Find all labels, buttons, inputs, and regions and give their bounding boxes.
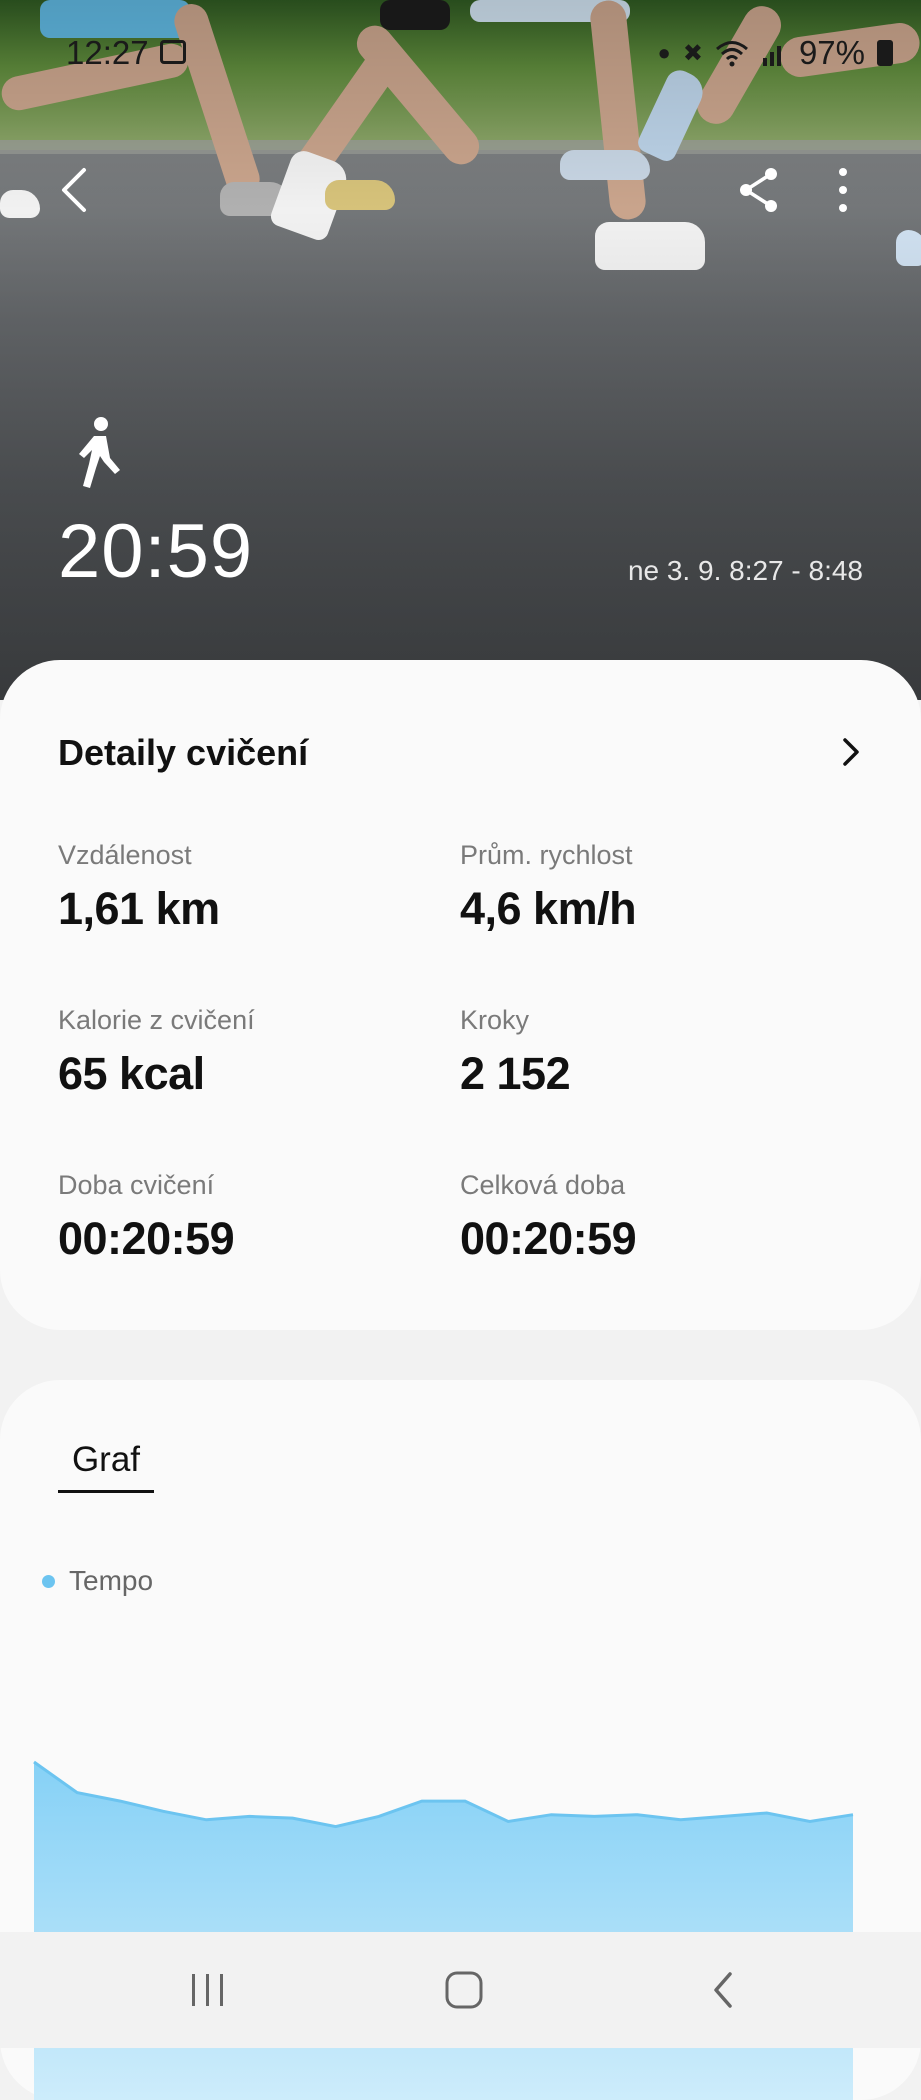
- metric-value: 4,6 km/h: [460, 883, 637, 934]
- battery-percent: 97%: [798, 34, 865, 71]
- lock-icon: ●: [657, 40, 671, 65]
- metric-label: Kroky: [460, 1005, 530, 1035]
- back-arrow-icon[interactable]: [48, 160, 104, 220]
- more-options-icon[interactable]: [826, 164, 860, 216]
- signal-icon: [762, 46, 781, 66]
- battery-icon: [877, 40, 893, 66]
- mute-icon: ✖: [682, 39, 703, 67]
- metric-label: Doba cvičení: [58, 1170, 215, 1200]
- metric-value: 65 kcal: [58, 1048, 205, 1099]
- metric-avg-speed: Prům. rychlost 4,6 km/h: [460, 840, 840, 935]
- metric-label: Prům. rychlost: [460, 840, 633, 870]
- metric-distance: Vzdálenost 1,61 km: [58, 840, 438, 935]
- metric-value: 00:20:59: [58, 1213, 235, 1264]
- metric-total-time: Celková doba 00:20:59: [460, 1170, 840, 1265]
- share-icon[interactable]: [734, 164, 784, 216]
- back-icon[interactable]: [708, 1970, 738, 2010]
- workout-date-range: ne 3. 9. 8:27 - 8:48: [627, 555, 863, 586]
- workout-details-card: Detaily cvičení Vzdálenost 1,61 km Prům.…: [0, 660, 921, 1330]
- status-time: 12:27: [66, 34, 149, 71]
- recent-apps-icon[interactable]: [188, 1972, 228, 2008]
- details-title[interactable]: Detaily cvičení: [58, 732, 308, 774]
- metric-value: 2 152: [460, 1048, 571, 1099]
- chevron-right-icon[interactable]: [837, 734, 865, 770]
- metric-label: Celková doba: [460, 1170, 626, 1200]
- metric-steps: Kroky 2 152: [460, 1005, 840, 1100]
- metric-workout-time: Doba cvičení 00:20:59: [58, 1170, 438, 1265]
- workout-duration: 20:59: [58, 509, 254, 594]
- metric-value: 00:20:59: [460, 1213, 637, 1264]
- metric-value: 1,61 km: [58, 883, 220, 934]
- home-icon[interactable]: [444, 1970, 484, 2010]
- metric-label: Vzdálenost: [58, 840, 192, 870]
- wifi-icon: [715, 41, 748, 67]
- metric-calories: Kalorie z cvičení 65 kcal: [58, 1005, 438, 1100]
- gallery-icon: [160, 40, 186, 64]
- tempo-area: [34, 1762, 853, 2100]
- system-nav-bar: [0, 1932, 921, 2048]
- walking-icon: [79, 417, 120, 488]
- header-photo: [0, 0, 921, 700]
- metric-label: Kalorie z cvičení: [58, 1005, 255, 1035]
- status-bar: 12:27 ● ✖ 97%: [0, 0, 921, 104]
